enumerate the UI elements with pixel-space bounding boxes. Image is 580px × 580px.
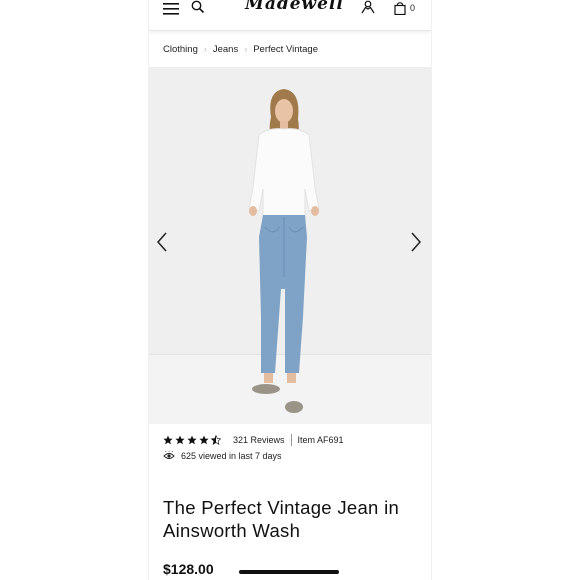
star-rating[interactable] bbox=[163, 435, 221, 445]
breadcrumb-item-perfect-vintage[interactable]: Perfect Vintage bbox=[253, 44, 318, 55]
product-title: The Perfect Vintage Jean in Ainsworth Wa… bbox=[163, 497, 400, 542]
star-filled-icon bbox=[175, 435, 185, 445]
star-filled-icon bbox=[199, 435, 209, 445]
account-icon[interactable] bbox=[361, 0, 375, 14]
star-half-icon bbox=[211, 435, 221, 445]
home-indicator[interactable] bbox=[239, 570, 339, 574]
breadcrumb: Clothing › Jeans › Perfect Vintage bbox=[163, 42, 318, 56]
divider bbox=[290, 434, 292, 446]
top-navigation-bar: Madewell 0 bbox=[149, 0, 431, 31]
breadcrumb-item-jeans[interactable]: Jeans bbox=[213, 44, 238, 55]
eye-icon bbox=[163, 451, 175, 459]
brand-logo[interactable]: Madewell bbox=[245, 0, 343, 18]
views-count: 625 viewed in last 7 days bbox=[181, 451, 282, 461]
chevron-right-icon[interactable] bbox=[409, 231, 423, 253]
shopping-bag-icon[interactable] bbox=[394, 2, 406, 15]
item-number: Item AF691 bbox=[297, 435, 344, 445]
breadcrumb-item-clothing[interactable]: Clothing bbox=[163, 44, 198, 55]
chevron-left-icon[interactable] bbox=[155, 231, 169, 253]
chevron-right-icon: › bbox=[203, 44, 207, 54]
star-filled-icon bbox=[163, 435, 173, 445]
search-icon[interactable] bbox=[191, 0, 205, 14]
bag-count: 0 bbox=[410, 3, 416, 13]
product-price: $128.00 bbox=[163, 561, 214, 577]
product-photo-model bbox=[248, 89, 320, 413]
reviews-link[interactable]: 321 Reviews bbox=[233, 435, 285, 445]
rating-row: 321 Reviews Item AF691 bbox=[163, 434, 344, 446]
hamburger-menu-icon[interactable] bbox=[163, 3, 179, 15]
phone-screen: Madewell 0 Clothing › Jeans › Perfect Vi… bbox=[149, 0, 431, 580]
star-filled-icon bbox=[187, 435, 197, 445]
product-image-gallery[interactable] bbox=[149, 67, 431, 424]
chevron-right-icon: › bbox=[244, 44, 248, 54]
views-row: 625 viewed in last 7 days bbox=[163, 450, 282, 462]
